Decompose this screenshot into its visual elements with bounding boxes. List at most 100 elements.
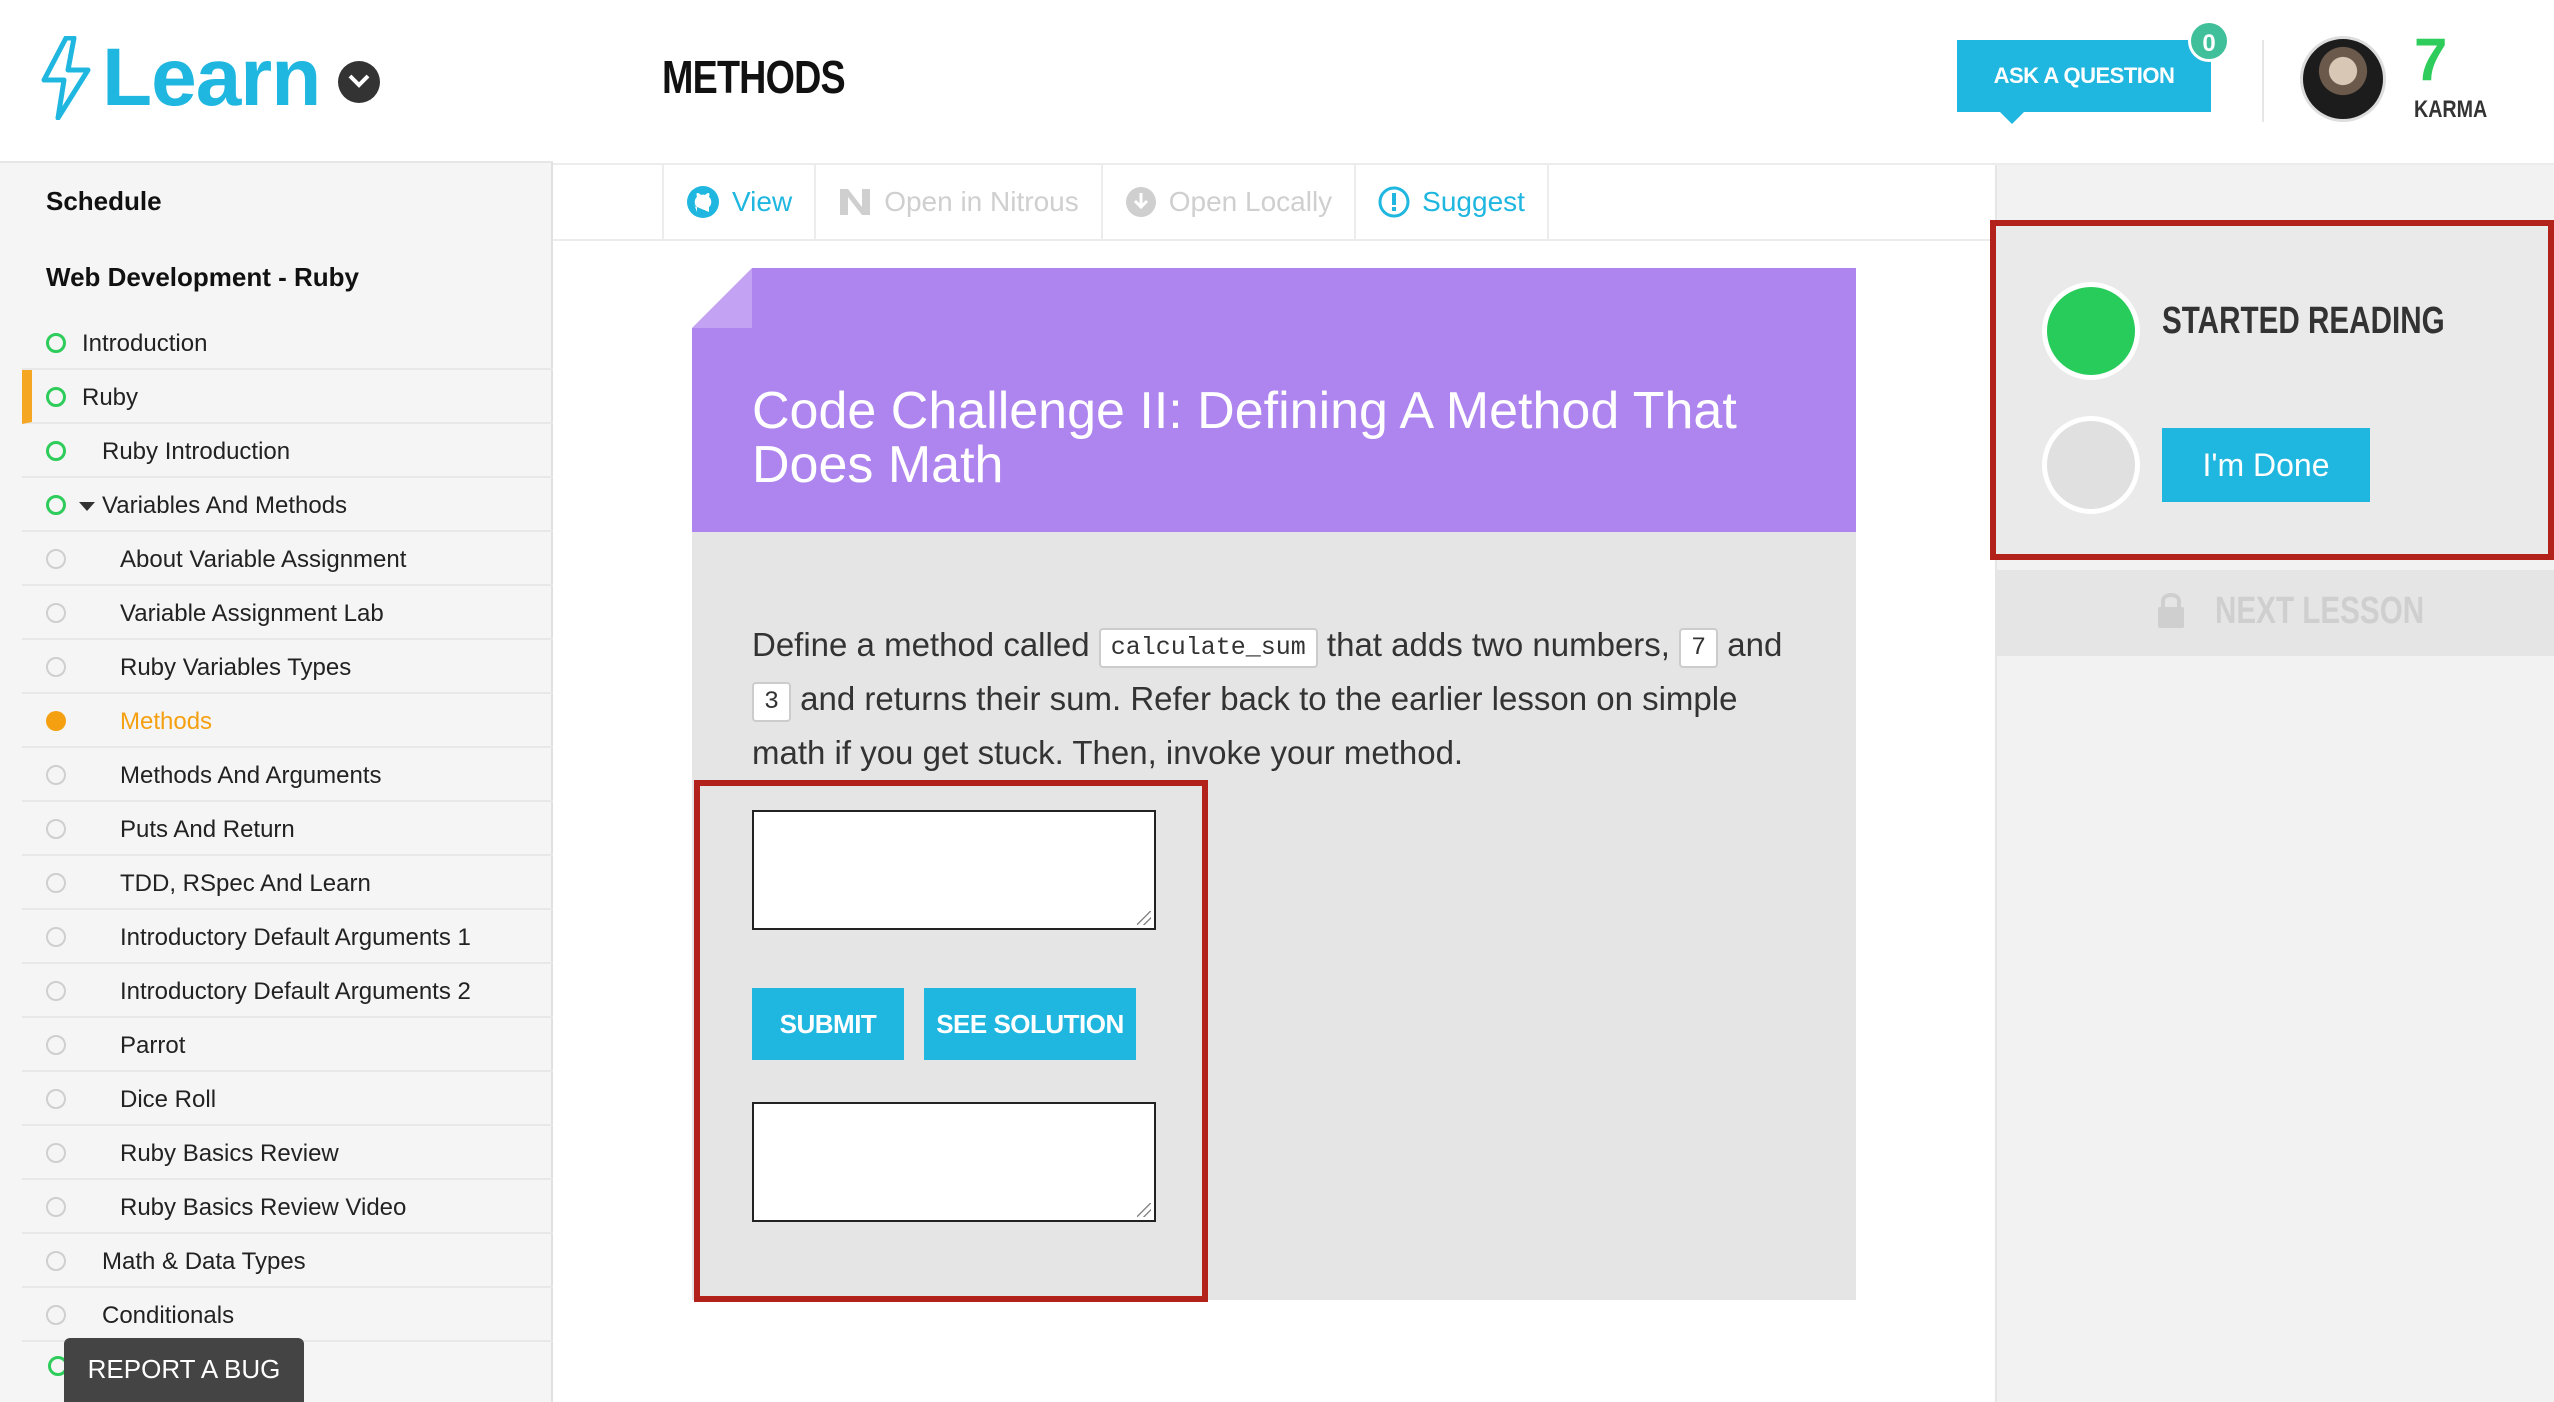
status-dot-icon [46,1143,66,1163]
sidebar-item-ruby-basics-review[interactable]: Ruby Basics Review [22,1126,553,1180]
sidebar-item-label: Ruby Basics Review [120,1140,339,1167]
desc-text: that adds two numbers, [1317,626,1680,663]
desc-text: and returns their sum. Refer back to the… [752,680,1738,771]
status-dot-icon [46,441,66,461]
sidebar-item-default-arguments-1[interactable]: Introductory Default Arguments 1 [22,910,553,964]
ask-question-button[interactable]: ASK A QUESTION [1957,40,2211,112]
code-snippet: 7 [1679,628,1719,668]
karma-value: 7 [2414,26,2448,93]
highlight-box-status [1990,220,2554,560]
suggest-button[interactable]: Suggest [1356,165,1549,239]
sidebar-item-conditionals[interactable]: Conditionals [22,1288,553,1342]
status-dot-icon [46,819,66,839]
status-dot-icon [46,387,66,407]
sidebar-item-label: Methods And Arguments [120,762,382,789]
status-dot-icon [46,549,66,569]
locally-label: Open Locally [1168,186,1333,217]
page-title: METHODS [662,51,846,103]
sidebar-item-about-variable-assignment[interactable]: About Variable Assignment [22,532,553,586]
desc-text: and [1718,626,1783,663]
open-locally-button[interactable]: Open Locally [1103,165,1357,239]
status-dot-icon [46,927,66,947]
status-dot-icon [46,711,66,731]
sidebar-item-variables-and-methods[interactable]: Variables And Methods [22,478,553,532]
next-lesson-label: NEXT LESSON [2215,590,2425,632]
bolt-logo-icon [41,36,91,120]
sidebar-item-default-arguments-2[interactable]: Introductory Default Arguments 2 [22,964,553,1018]
corner-fold-cut [692,268,752,328]
code-snippet: calculate_sum [1098,628,1318,668]
view-button[interactable]: View [664,165,817,239]
view-label: View [732,186,793,217]
sidebar-item-label: Conditionals [102,1302,235,1329]
status-dot-icon [46,333,66,353]
status-dot-icon [46,657,66,677]
karma-label: KARMA [2414,96,2488,123]
sidebar-item-label: Math & Data Types [102,1248,306,1275]
sidebar-item-ruby-variables-types[interactable]: Ruby Variables Types [22,640,553,694]
open-in-nitrous-button[interactable]: Open in Nitrous [816,165,1103,239]
sidebar-item-puts-and-return[interactable]: Puts And Return [22,802,553,856]
chevron-down-icon[interactable] [338,61,380,103]
sidebar-item-label: Introductory Default Arguments 1 [120,924,471,951]
code-snippet: 3 [752,682,792,722]
toolbar-border [553,239,1995,241]
status-dot-icon [46,765,66,785]
report-bug-button[interactable]: REPORT A BUG [64,1338,304,1402]
sidebar-item-math-data-types[interactable]: Math & Data Types [22,1234,553,1288]
sidebar-item-ruby-basics-review-video[interactable]: Ruby Basics Review Video [22,1180,553,1234]
logo-text[interactable]: Learn [102,30,321,126]
sidebar-item-tdd-rspec[interactable]: TDD, RSpec And Learn [22,856,553,910]
caret-down-icon[interactable] [79,502,95,511]
lesson-title: Code Challenge II: Defining A Method Tha… [752,382,1737,494]
header-divider [2262,40,2264,122]
sidebar-item-ruby-introduction[interactable]: Ruby Introduction [22,424,553,478]
desc-text: Define a method called [752,626,1099,663]
speech-tail-icon [1998,110,2026,124]
status-dot-icon [46,495,66,515]
alert-icon [1378,186,1410,218]
sidebar-item-label: Introduction [82,330,208,357]
sidebar-item-label: Methods [120,708,213,735]
sidebar-item-variable-assignment-lab[interactable]: Variable Assignment Lab [22,586,553,640]
nitrous-label: Open in Nitrous [884,186,1079,217]
status-dot-icon [46,1197,66,1217]
sidebar-item-label: Variables And Methods [102,492,348,519]
sidebar-item-label: Ruby Basics Review Video [120,1194,407,1221]
github-icon [687,186,719,218]
status-dot-icon [46,981,66,1001]
status-dot-icon [46,1089,66,1109]
sidebar-item-label: Ruby [82,384,139,411]
lock-icon [2158,593,2184,628]
sidebar-item-label: Dice Roll [120,1086,217,1113]
sidebar-item-label: Variable Assignment Lab [120,600,384,627]
sidebar-item-parrot[interactable]: Parrot [22,1018,553,1072]
status-dot-icon [46,1305,66,1325]
sidebar-item-label: Ruby Introduction [102,438,291,465]
sidebar-item-label: TDD, RSpec And Learn [120,870,371,897]
schedule-link[interactable]: Schedule [46,186,162,217]
nitrous-icon [840,189,871,215]
status-dot-icon [46,1251,66,1271]
status-dot-icon [46,603,66,623]
sidebar-item-methods-and-arguments[interactable]: Methods And Arguments [22,748,553,802]
avatar[interactable] [2300,36,2386,122]
download-icon [1125,187,1156,217]
sidebar-item-dice-roll[interactable]: Dice Roll [22,1072,553,1126]
sidebar-item-label: Parrot [120,1032,186,1059]
sidebar-item-label: Introductory Default Arguments 2 [120,978,471,1005]
lesson-nav: Introduction Ruby Ruby Introduction Vari… [22,316,553,1342]
highlight-box-challenge [694,780,1208,1302]
sidebar-item-label: Ruby Variables Types [120,654,352,681]
sidebar-item-ruby[interactable]: Ruby [22,370,553,424]
status-dot-icon [46,1035,66,1055]
lesson-description: Define a method called calculate_sum tha… [752,618,1812,780]
sidebar-item-methods[interactable]: Methods [22,694,553,748]
question-count-badge: 0 [2188,20,2230,62]
lesson-toolbar: View Open in Nitrous Open Locally Sugges… [662,165,1549,239]
sidebar-item-introduction[interactable]: Introduction [22,316,553,370]
sidebar-item-label: Puts And Return [120,816,295,843]
sidebar-item-label: About Variable Assignment [120,546,407,573]
course-title[interactable]: Web Development - Ruby [46,262,359,293]
status-dot-icon [46,873,66,893]
